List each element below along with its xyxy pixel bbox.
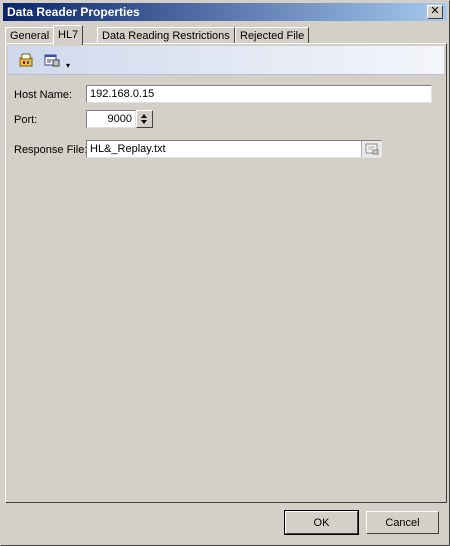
close-button[interactable]: ✕: [427, 5, 443, 19]
tab-data-reading-restrictions[interactable]: Data Reading Restrictions: [97, 27, 235, 44]
tab-general-label: General: [10, 30, 50, 42]
tab-rejected-file-label: Rejected File: [240, 30, 305, 42]
port-field[interactable]: [86, 110, 136, 128]
title-bar[interactable]: Data Reader Properties ✕: [3, 3, 447, 21]
close-icon: ✕: [430, 5, 440, 17]
port-label: Port:: [14, 114, 38, 126]
response-file-field[interactable]: [86, 140, 382, 158]
toolbar: ▾: [8, 46, 444, 75]
hl7-tab-panel: ▾ Host Name: Port: Response File:: [5, 43, 447, 503]
tab-hl7[interactable]: HL7: [53, 25, 84, 45]
categorize-icon[interactable]: [18, 52, 34, 68]
tab-hl7-label: HL7: [58, 29, 79, 41]
browse-icon: [365, 143, 379, 155]
browse-file-button[interactable]: [361, 141, 382, 157]
stepper-arrows-icon: [141, 114, 147, 124]
window-title: Data Reader Properties: [7, 5, 140, 19]
tab-data-reading-restrictions-label: Data Reading Restrictions: [102, 30, 230, 42]
tab-strip: General HL7 Data Reading Restrictions Re…: [5, 25, 445, 45]
host-name-label: Host Name:: [14, 89, 73, 101]
response-file-label: Response File:: [14, 144, 88, 156]
ok-button[interactable]: OK: [284, 510, 359, 535]
cancel-button[interactable]: Cancel: [366, 511, 439, 534]
properties-icon[interactable]: [44, 52, 60, 68]
tab-general[interactable]: General: [5, 27, 55, 44]
host-name-field[interactable]: [86, 85, 432, 103]
port-stepper[interactable]: [136, 110, 153, 128]
toolbar-overflow-chevron-icon[interactable]: ▾: [66, 61, 70, 70]
data-reader-properties-dialog: Data Reader Properties ✕ General HL7 Dat…: [0, 0, 450, 546]
tab-rejected-file[interactable]: Rejected File: [235, 27, 310, 44]
